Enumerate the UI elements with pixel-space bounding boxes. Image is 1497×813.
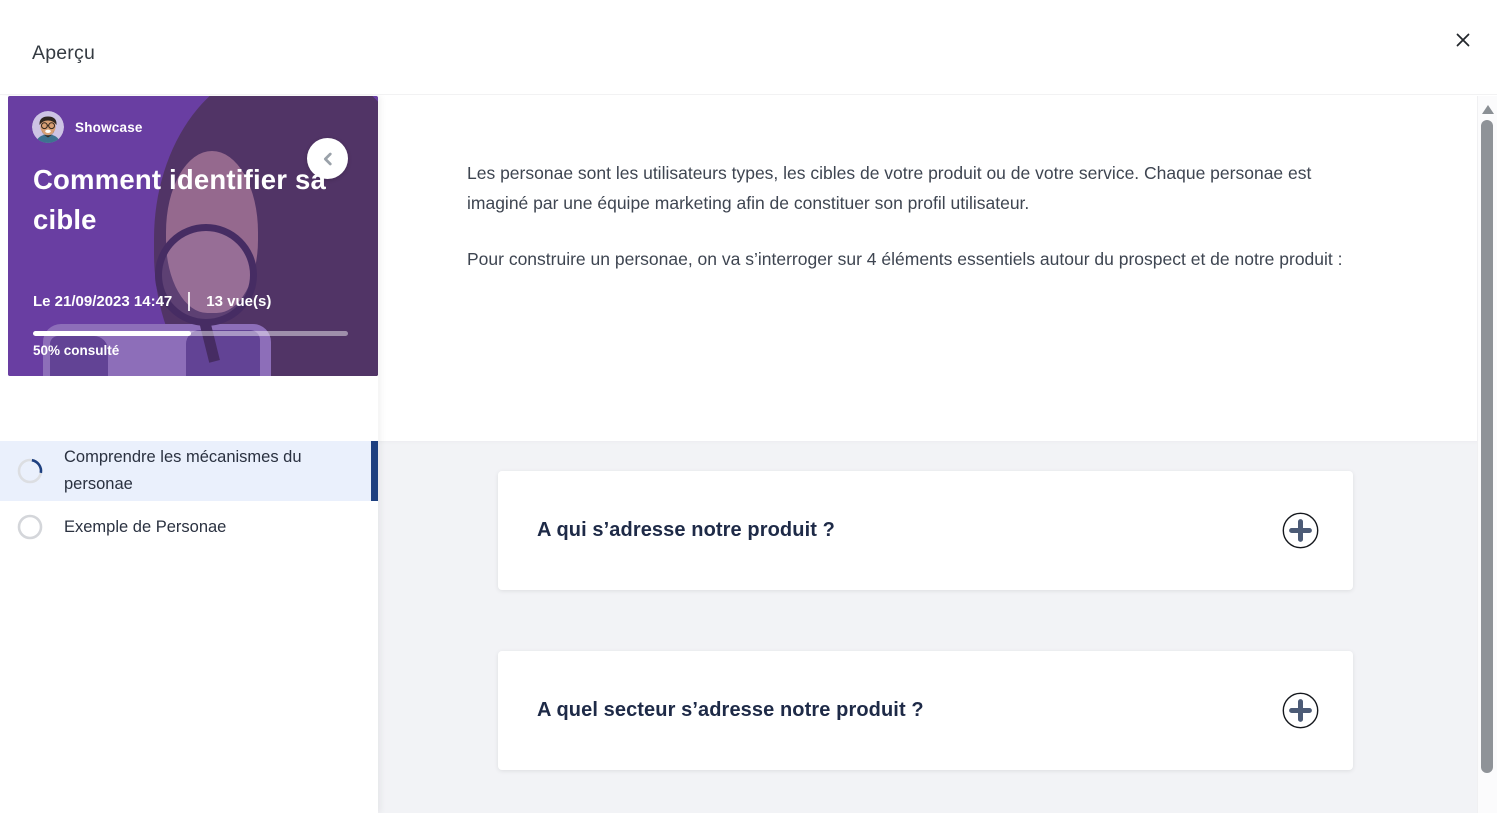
nav-item-comprendre-les-mecanismes[interactable]: Comprendre les mécanismes du personae (0, 441, 378, 501)
nav-item-exemple-de-personae[interactable]: Exemple de Personae (0, 501, 378, 553)
accordion-title: A quel secteur s’adresse notre produit ? (537, 699, 1282, 722)
progress-circle-icon (17, 458, 43, 484)
active-indicator-bar (371, 441, 378, 501)
accordion-item-secteur[interactable]: A quel secteur s’adresse notre produit ? (498, 651, 1353, 770)
progress-fill (33, 331, 191, 336)
plus-circle-icon (1282, 692, 1319, 729)
close-button[interactable] (1448, 25, 1478, 55)
author-avatar (32, 111, 64, 143)
course-meta: Le 21/09/2023 14:47 13 vue(s) (33, 292, 271, 311)
lesson-content: Les personae sont les utilisateurs types… (378, 96, 1477, 813)
nav-item-label: Comprendre les mécanismes du personae (64, 441, 348, 501)
meta-divider (188, 292, 190, 311)
accordion-title: A qui s’adresse notre produit ? (537, 519, 1282, 542)
plus-circle-icon (1282, 512, 1319, 549)
course-hero-card: Showcase Comment identifier sa cible Le … (8, 96, 378, 376)
expand-button[interactable] (1282, 512, 1319, 549)
empty-circle-icon (17, 514, 43, 540)
page-title: Aperçu (32, 42, 95, 65)
intro-paragraph: Pour construire un personae, on va s’int… (467, 244, 1347, 274)
scrollbar[interactable] (1477, 96, 1497, 813)
scrollbar-thumb[interactable] (1481, 120, 1493, 773)
scroll-up-arrow-icon[interactable] (1482, 105, 1494, 114)
course-title: Comment identifier sa cible (33, 160, 353, 240)
author-row: Showcase (32, 111, 143, 143)
close-icon (1454, 31, 1472, 49)
modal-header: Aperçu (0, 0, 1497, 95)
accordion-section: A qui s’adresse notre produit ? A quel s… (378, 441, 1477, 813)
nav-item-label: Exemple de Personae (64, 511, 226, 544)
expand-button[interactable] (1282, 692, 1319, 729)
progress-bar (33, 331, 348, 336)
intro-paragraph: Les personae sont les utilisateurs types… (467, 158, 1347, 218)
sidebar: Showcase Comment identifier sa cible Le … (0, 96, 378, 813)
course-preview-modal: Aperçu (0, 0, 1497, 813)
intro-section: Les personae sont les utilisateurs types… (378, 96, 1477, 441)
accordion-item-qui[interactable]: A qui s’adresse notre produit ? (498, 471, 1353, 590)
course-views: 13 vue(s) (206, 293, 271, 310)
chapter-nav: Comprendre les mécanismes du personae Ex… (0, 441, 378, 553)
author-name: Showcase (75, 120, 143, 135)
progress-label: 50% consulté (33, 343, 119, 358)
course-date: Le 21/09/2023 14:47 (33, 293, 172, 310)
